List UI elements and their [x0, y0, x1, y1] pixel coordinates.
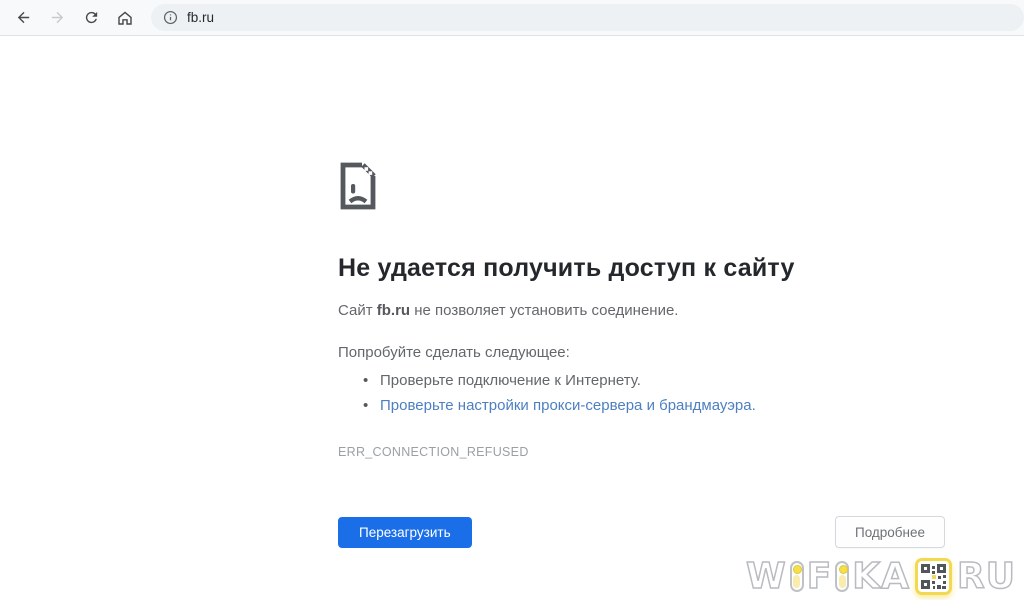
suggestion-text: Проверьте подключение к Интернету.: [380, 372, 641, 389]
proxy-settings-link[interactable]: Проверьте настройки прокси-сервера и бра…: [380, 397, 756, 414]
refresh-icon: [83, 9, 100, 26]
watermark-letter-w: W: [746, 559, 787, 595]
button-row: Перезагрузить Подробнее: [338, 516, 945, 548]
watermark-letter-i-icon: [835, 561, 849, 592]
sad-page-icon: [338, 162, 378, 210]
address-bar[interactable]: fb.ru: [151, 4, 1024, 31]
error-page: Не удается получить доступ к сайту Сайт …: [338, 162, 948, 548]
info-icon[interactable]: [163, 10, 178, 25]
suggestion-item: Проверьте настройки прокси-сервера и бра…: [338, 394, 948, 419]
suggestion-item: Проверьте подключение к Интернету.: [338, 369, 948, 394]
watermark-wifika-logo: W F KA: [746, 558, 1016, 595]
suggestions-intro: Попробуйте сделать следующее:: [338, 344, 948, 361]
home-button[interactable]: [110, 3, 140, 33]
error-message-suffix: не позволяет установить соединение.: [410, 302, 678, 319]
watermark-qr-code-icon: [915, 558, 952, 595]
error-title: Не удается получить доступ к сайту: [338, 254, 948, 283]
home-icon: [116, 9, 134, 27]
url-text[interactable]: fb.ru: [187, 10, 214, 25]
browser-toolbar: fb.ru: [0, 0, 1024, 36]
watermark-letters-ru: RU: [957, 559, 1016, 595]
watermark-letters-ka: KA: [852, 559, 910, 595]
forward-button: [42, 3, 72, 33]
back-button[interactable]: [8, 3, 38, 33]
error-code: ERR_CONNECTION_REFUSED: [338, 445, 948, 459]
watermark-letter-i-icon: [790, 561, 804, 592]
forward-arrow-icon: [49, 9, 66, 26]
reload-button[interactable]: Перезагрузить: [338, 517, 472, 548]
watermark-letter-f: F: [807, 559, 833, 595]
refresh-button[interactable]: [76, 3, 106, 33]
error-message-prefix: Сайт: [338, 302, 377, 319]
error-message: Сайт fb.ru не позволяет установить соеди…: [338, 302, 948, 319]
error-message-site: fb.ru: [377, 302, 410, 319]
suggestions-list: Проверьте подключение к Интернету. Прове…: [338, 369, 948, 418]
back-arrow-icon: [15, 9, 32, 26]
details-button[interactable]: Подробнее: [835, 516, 945, 548]
